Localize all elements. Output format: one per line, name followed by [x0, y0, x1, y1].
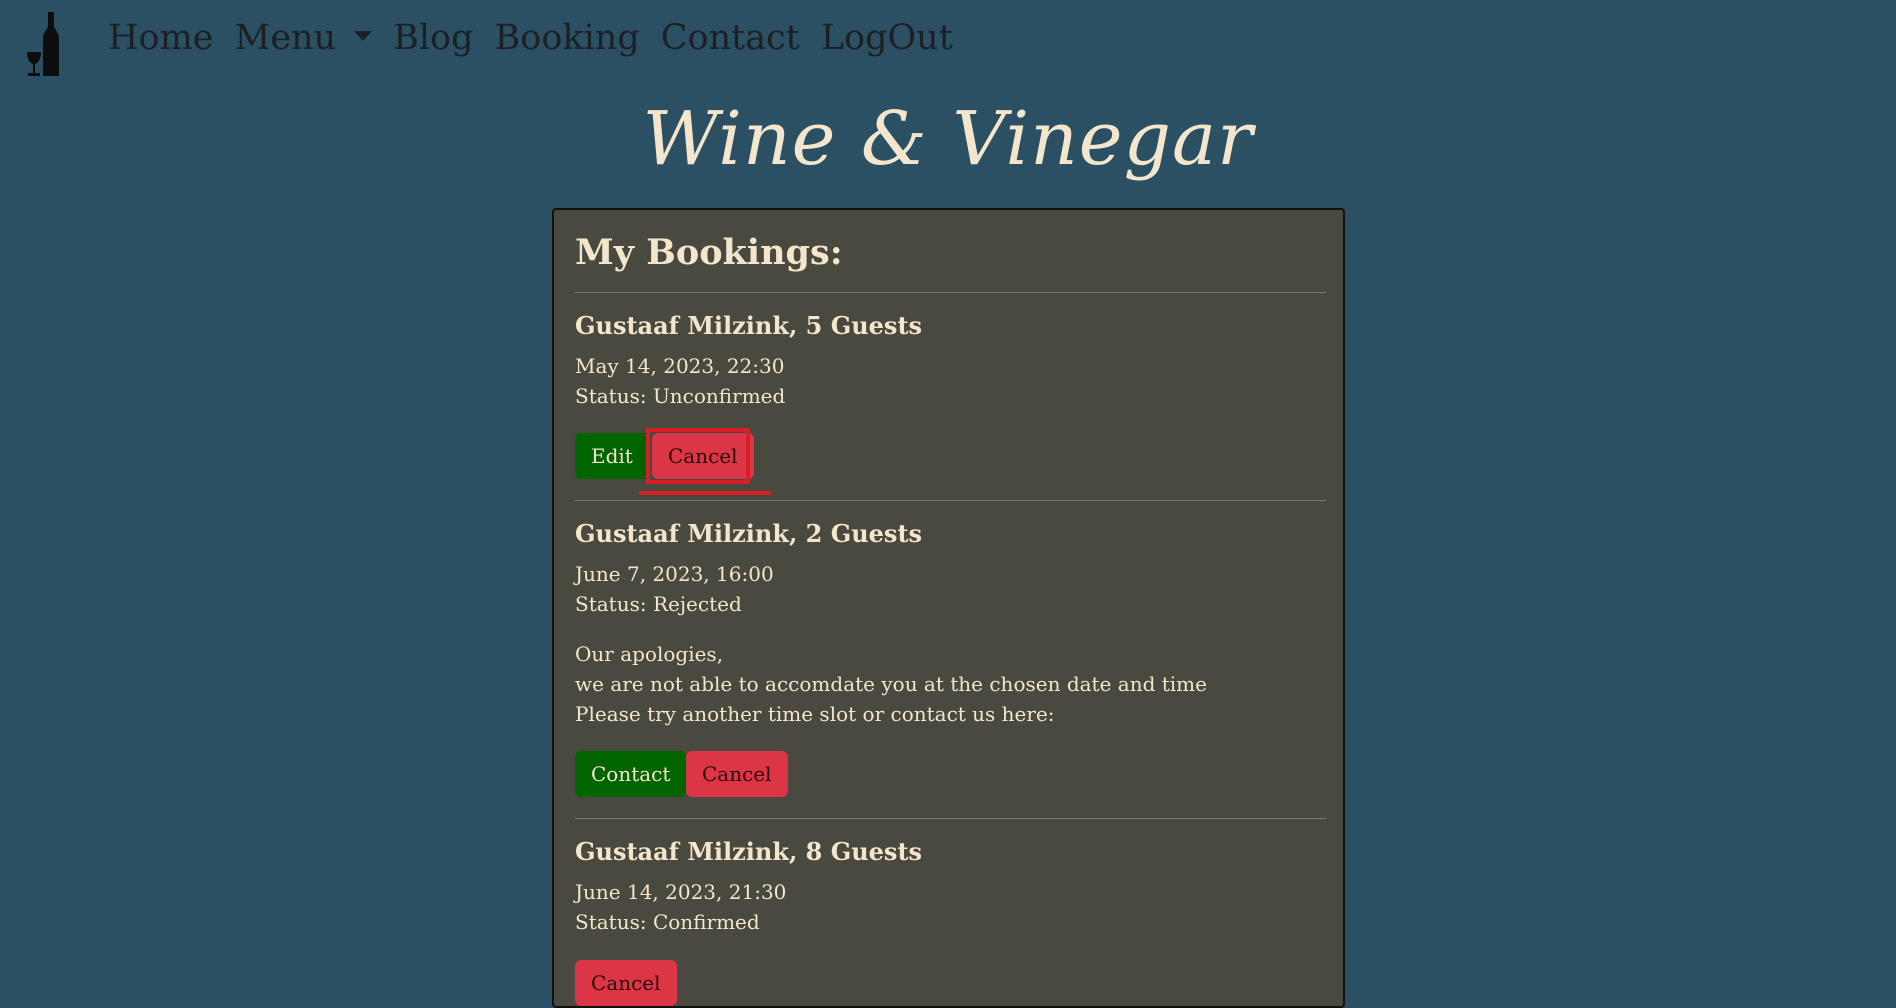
highlight-underline — [639, 491, 771, 495]
booking-datetime: June 7, 2023, 16:00 — [575, 562, 774, 586]
divider — [575, 292, 1326, 293]
cancel-button[interactable]: Cancel — [686, 751, 788, 797]
booking-message-line: we are not able to accomdate you at the … — [575, 672, 1207, 696]
nav-menu-label: Menu — [234, 18, 337, 58]
nav-blog-link[interactable]: Blog — [393, 18, 473, 58]
wine-bottle-glass-icon[interactable] — [27, 12, 67, 78]
divider — [575, 500, 1326, 501]
booking-message-line: Please try another time slot or contact … — [575, 702, 1055, 726]
booking-status: Status: Unconfirmed — [575, 384, 786, 408]
highlight-box — [646, 428, 750, 484]
booking-title: Gustaaf Milzink, 8 Guests — [575, 837, 923, 866]
bookings-heading: My Bookings: — [575, 232, 843, 273]
nav-home-link[interactable]: Home — [108, 18, 214, 58]
contact-button[interactable]: Contact — [575, 751, 687, 797]
booking-datetime: June 14, 2023, 21:30 — [575, 880, 787, 904]
site-title: Wine & Vinegar — [642, 96, 1254, 182]
edit-button[interactable]: Edit — [575, 433, 649, 479]
booking-title: Gustaaf Milzink, 2 Guests — [575, 519, 923, 548]
nav-booking-link[interactable]: Booking — [495, 18, 640, 58]
booking-status: Status: Rejected — [575, 592, 742, 616]
booking-status: Status: Confirmed — [575, 910, 760, 934]
booking-title: Gustaaf Milzink, 5 Guests — [575, 311, 923, 340]
booking-datetime: May 14, 2023, 22:30 — [575, 354, 785, 378]
booking-message-line: Our apologies, — [575, 642, 724, 666]
navbar: Home Menu Blog Booking Contact LogOut — [0, 0, 1896, 88]
divider — [575, 818, 1326, 819]
nav-menu: Home Menu Blog Booking Contact LogOut — [108, 18, 974, 58]
chevron-down-icon — [354, 30, 373, 41]
nav-contact-link[interactable]: Contact — [661, 18, 800, 58]
cancel-button[interactable]: Cancel — [575, 960, 677, 1006]
nav-menu-dropdown[interactable]: Menu — [235, 18, 373, 58]
nav-logout-link[interactable]: LogOut — [821, 18, 953, 58]
bookings-card: My Bookings: Gustaaf Milzink, 5 Guests M… — [552, 208, 1345, 1008]
